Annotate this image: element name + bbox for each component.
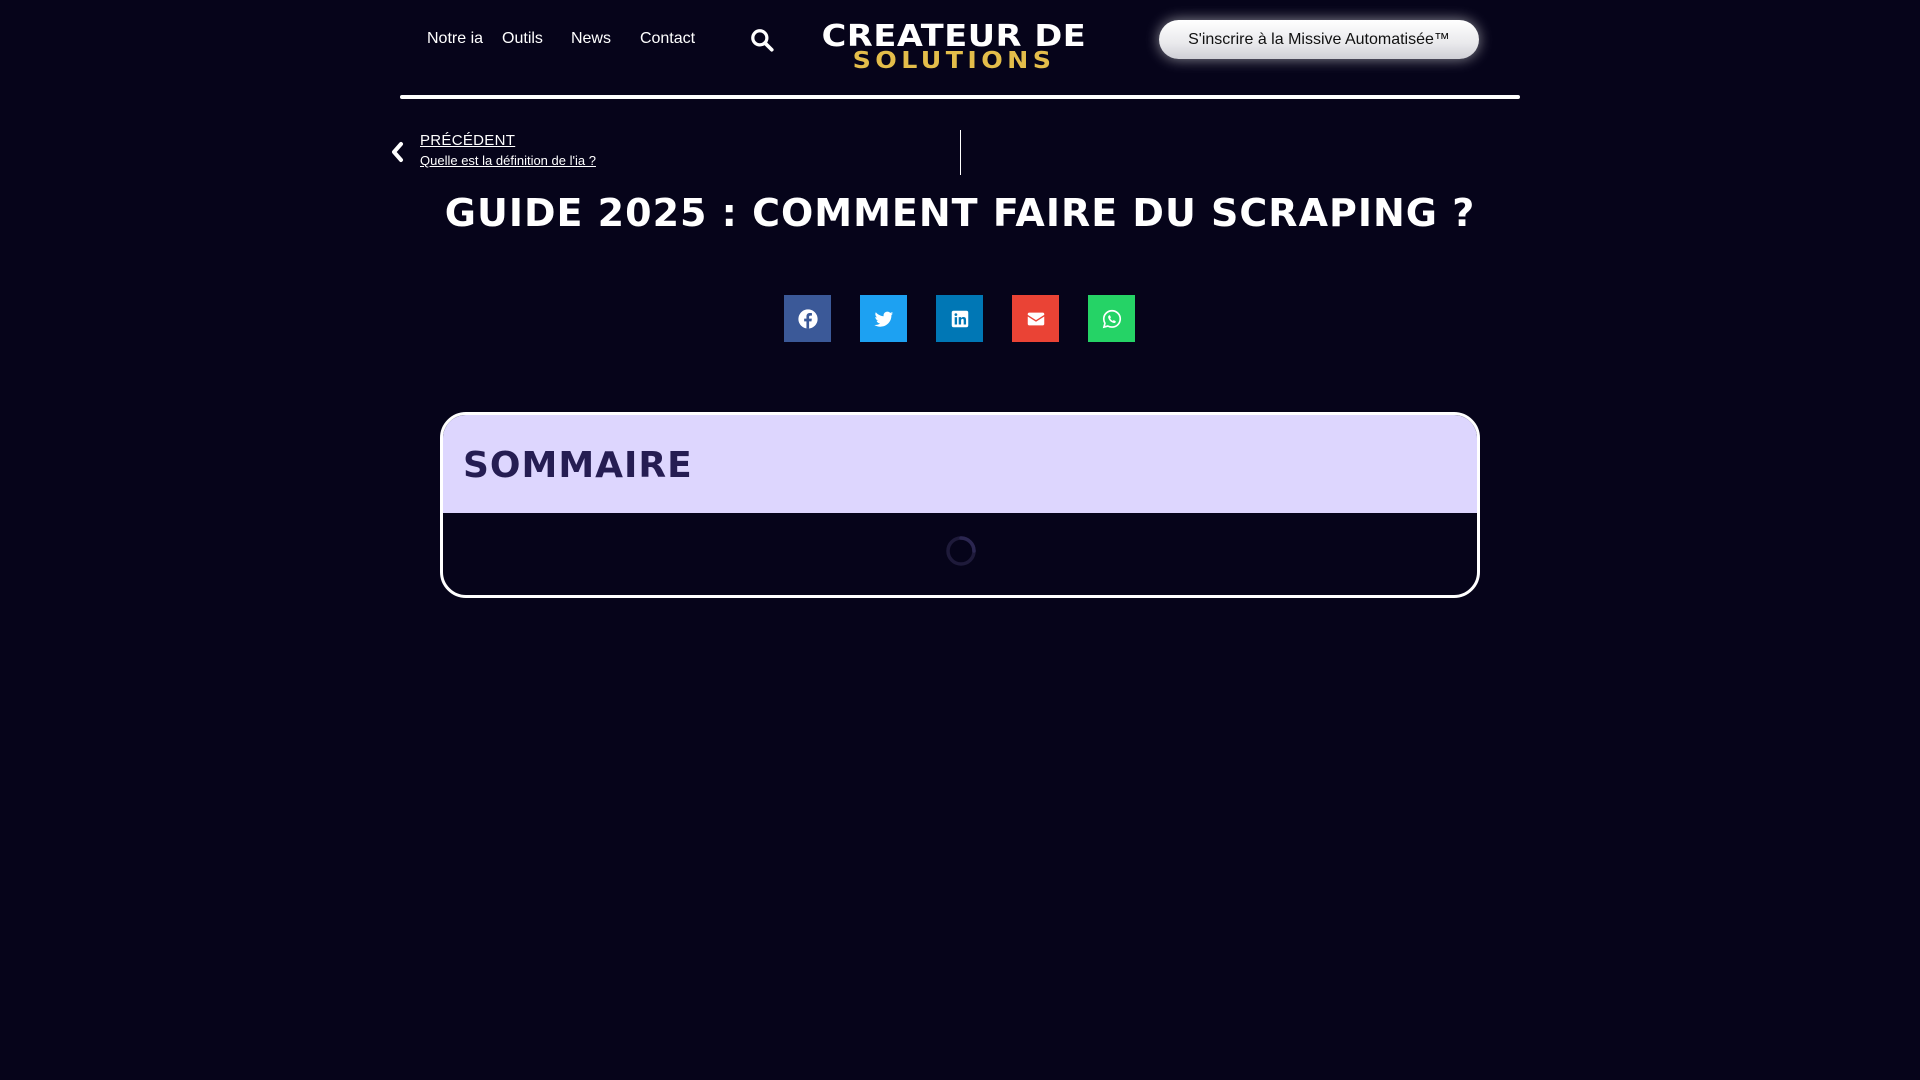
nav-item-news[interactable]: News — [571, 30, 611, 48]
nav-item-outils[interactable]: Outils — [502, 30, 543, 48]
toc-body — [443, 513, 1477, 595]
search-icon — [751, 29, 774, 52]
previous-post-text: PRÉCÉDENT Quelle est la définition de l'… — [420, 130, 596, 170]
site-logo[interactable]: CREATEUR DE SOLUTIONS — [808, 22, 1100, 73]
share-email-button[interactable] — [1012, 295, 1059, 342]
facebook-icon — [797, 308, 818, 329]
post-nav-divider — [960, 130, 961, 175]
share-twitter-button[interactable] — [860, 295, 907, 342]
share-facebook-button[interactable] — [784, 295, 831, 342]
whatsapp-icon — [1102, 309, 1121, 328]
toc-title: SOMMAIRE — [463, 444, 693, 486]
logo-line-2: SOLUTIONS — [852, 48, 1056, 74]
loading-spinner-icon — [946, 536, 976, 566]
share-whatsapp-button[interactable] — [1088, 295, 1135, 342]
main-nav: Notre ia Outils News Contact — [427, 30, 714, 48]
previous-label: PRÉCÉDENT — [420, 132, 516, 149]
twitter-icon — [873, 311, 893, 327]
nav-item-notre-ia[interactable]: Notre ia — [427, 30, 483, 48]
envelope-icon — [1027, 312, 1044, 325]
search-button[interactable] — [749, 27, 775, 53]
nav-item-contact[interactable]: Contact — [640, 30, 695, 48]
toc-header[interactable]: SOMMAIRE — [443, 415, 1477, 513]
newsletter-signup-button[interactable]: S'inscrire à la Missive Automatisée™ — [1159, 20, 1479, 59]
table-of-contents: SOMMAIRE — [440, 412, 1480, 598]
previous-post-title: Quelle est la définition de l'ia ? — [420, 153, 596, 168]
header-divider — [400, 95, 1520, 99]
post-navigation: PRÉCÉDENT Quelle est la définition de l'… — [390, 130, 1530, 175]
chevron-left-icon — [392, 142, 403, 162]
linkedin-icon — [951, 310, 968, 327]
site-header: Notre ia Outils News Contact CREATEUR DE… — [0, 0, 1920, 100]
previous-post-link[interactable]: PRÉCÉDENT Quelle est la définition de l'… — [390, 130, 596, 170]
share-buttons — [784, 295, 1135, 342]
page-title: GUIDE 2025 : COMMENT FAIRE DU SCRAPING ? — [444, 191, 1476, 235]
share-linkedin-button[interactable] — [936, 295, 983, 342]
